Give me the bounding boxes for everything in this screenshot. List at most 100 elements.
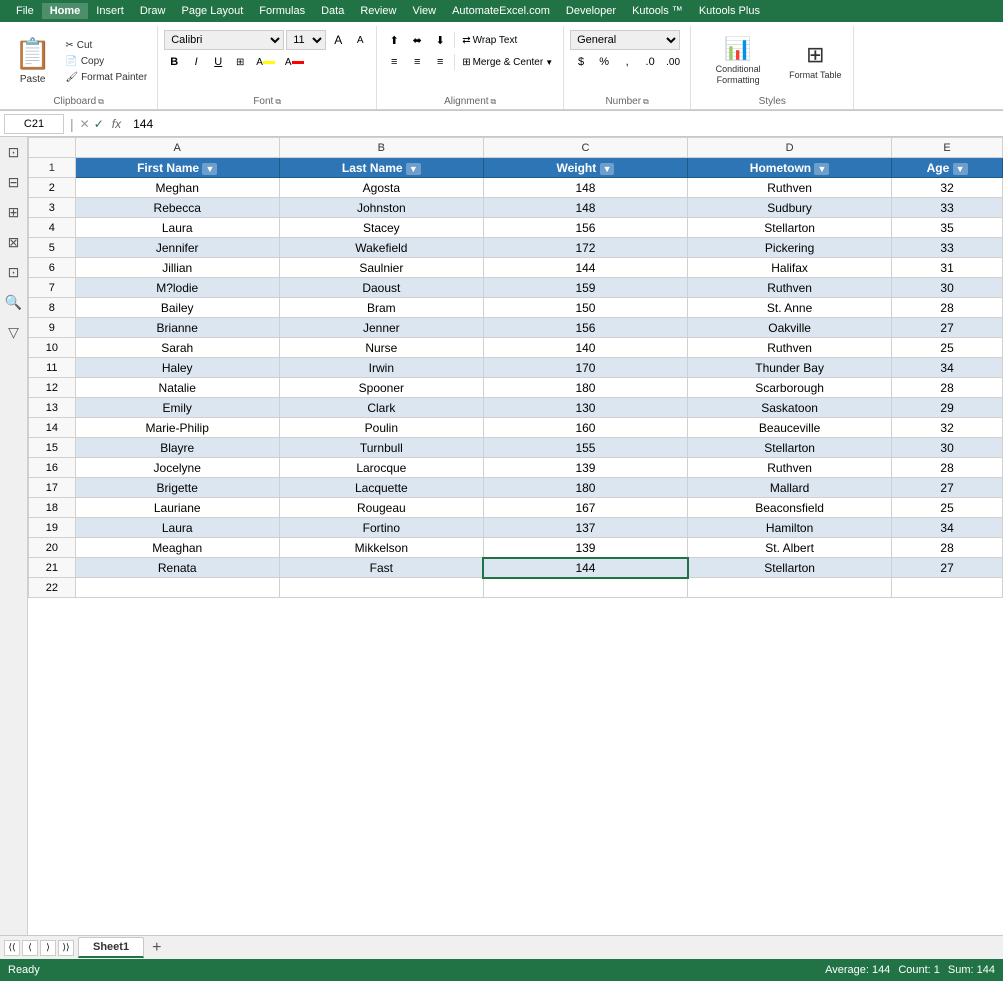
- merge-dropdown-icon[interactable]: ▼: [545, 58, 553, 67]
- toolbar-filter-icon[interactable]: ▽: [3, 321, 25, 343]
- data-cell[interactable]: Nurse: [279, 338, 483, 358]
- data-cell[interactable]: 25: [892, 498, 1003, 518]
- align-top-button[interactable]: ⬆: [383, 30, 405, 50]
- row-num-5[interactable]: 5: [29, 238, 76, 258]
- menu-home[interactable]: Home: [42, 3, 89, 19]
- data-cell[interactable]: M?lodie: [75, 278, 279, 298]
- data-cell[interactable]: 32: [892, 418, 1003, 438]
- data-cell[interactable]: Beauceville: [688, 418, 892, 438]
- data-cell[interactable]: 27: [892, 558, 1003, 578]
- sheet-scroll-last[interactable]: ⟩⟩: [58, 940, 74, 956]
- data-cell[interactable]: Stellarton: [688, 218, 892, 238]
- format-painter-button[interactable]: 🖌 Format Painter: [61, 70, 151, 85]
- data-cell[interactable]: 144: [483, 558, 687, 578]
- align-bottom-button[interactable]: ⬇: [429, 30, 451, 50]
- clipboard-expand-icon[interactable]: ⧉: [98, 97, 104, 107]
- formula-confirm[interactable]: ✓: [94, 117, 104, 131]
- data-cell[interactable]: St. Albert: [688, 538, 892, 558]
- data-cell[interactable]: 148: [483, 178, 687, 198]
- increase-font-button[interactable]: A: [328, 30, 348, 50]
- cut-button[interactable]: ✂ Cut: [61, 38, 151, 53]
- menu-review[interactable]: Review: [352, 3, 404, 19]
- formula-cancel[interactable]: ✕: [80, 117, 90, 131]
- data-cell[interactable]: Rougeau: [279, 498, 483, 518]
- alignment-expand-icon[interactable]: ⧉: [491, 97, 497, 107]
- data-cell[interactable]: [279, 578, 483, 598]
- align-center-button[interactable]: ≡: [406, 52, 428, 72]
- data-cell[interactable]: 159: [483, 278, 687, 298]
- row-num-7[interactable]: 7: [29, 278, 76, 298]
- data-cell[interactable]: 150: [483, 298, 687, 318]
- header-hometown[interactable]: Hometown ▼: [688, 158, 892, 178]
- data-cell[interactable]: Pickering: [688, 238, 892, 258]
- data-cell[interactable]: Bram: [279, 298, 483, 318]
- sheet-scroll-next[interactable]: ⟩: [40, 940, 56, 956]
- menu-formulas[interactable]: Formulas: [251, 3, 313, 19]
- data-cell[interactable]: Fast: [279, 558, 483, 578]
- data-cell[interactable]: Natalie: [75, 378, 279, 398]
- data-cell[interactable]: Spooner: [279, 378, 483, 398]
- data-cell[interactable]: 28: [892, 458, 1003, 478]
- row-num-6[interactable]: 6: [29, 258, 76, 278]
- data-cell[interactable]: Laura: [75, 518, 279, 538]
- data-cell[interactable]: Lauriane: [75, 498, 279, 518]
- data-cell[interactable]: 130: [483, 398, 687, 418]
- menu-view[interactable]: View: [404, 3, 444, 19]
- data-cell[interactable]: Irwin: [279, 358, 483, 378]
- data-cell[interactable]: 31: [892, 258, 1003, 278]
- menu-draw[interactable]: Draw: [132, 3, 174, 19]
- data-cell[interactable]: 155: [483, 438, 687, 458]
- row-num-15[interactable]: 15: [29, 438, 76, 458]
- data-cell[interactable]: [688, 578, 892, 598]
- data-cell[interactable]: 28: [892, 378, 1003, 398]
- data-cell[interactable]: Halifax: [688, 258, 892, 278]
- header-age[interactable]: Age ▼: [892, 158, 1003, 178]
- paste-button[interactable]: 📋 Paste: [6, 33, 59, 89]
- header-weight[interactable]: Weight ▼: [483, 158, 687, 178]
- row-num-4[interactable]: 4: [29, 218, 76, 238]
- add-sheet-button[interactable]: +: [144, 937, 169, 959]
- underline-button[interactable]: U: [208, 52, 228, 72]
- data-cell[interactable]: Renata: [75, 558, 279, 578]
- col-header-e[interactable]: E: [892, 138, 1003, 158]
- row-num-10[interactable]: 10: [29, 338, 76, 358]
- col-header-c[interactable]: C: [483, 138, 687, 158]
- data-cell[interactable]: Johnston: [279, 198, 483, 218]
- data-cell[interactable]: Blayre: [75, 438, 279, 458]
- toolbar-search-icon[interactable]: 🔍: [3, 291, 25, 313]
- decrease-decimal-button[interactable]: .00: [662, 52, 684, 72]
- row-num-11[interactable]: 11: [29, 358, 76, 378]
- sheet-tab-sheet1[interactable]: Sheet1: [78, 937, 144, 958]
- align-left-button[interactable]: ≡: [383, 52, 405, 72]
- col-header-b[interactable]: B: [279, 138, 483, 158]
- menu-automate[interactable]: AutomateExcel.com: [444, 3, 558, 19]
- toolbar-freeze-icon[interactable]: ⊡: [3, 261, 25, 283]
- data-cell[interactable]: [75, 578, 279, 598]
- data-cell[interactable]: 33: [892, 198, 1003, 218]
- data-cell[interactable]: 156: [483, 218, 687, 238]
- data-cell[interactable]: Laura: [75, 218, 279, 238]
- row-num-2[interactable]: 2: [29, 178, 76, 198]
- data-cell[interactable]: Rebecca: [75, 198, 279, 218]
- row-num-12[interactable]: 12: [29, 378, 76, 398]
- data-cell[interactable]: 34: [892, 518, 1003, 538]
- row-num-18[interactable]: 18: [29, 498, 76, 518]
- row-num-20[interactable]: 20: [29, 538, 76, 558]
- row-num-8[interactable]: 8: [29, 298, 76, 318]
- number-expand-icon[interactable]: ⧉: [643, 97, 649, 107]
- data-cell[interactable]: Saulnier: [279, 258, 483, 278]
- menu-page-layout[interactable]: Page Layout: [173, 3, 251, 19]
- data-cell[interactable]: Wakefield: [279, 238, 483, 258]
- data-cell[interactable]: Jennifer: [75, 238, 279, 258]
- toolbar-normal-icon[interactable]: ⊡: [3, 141, 25, 163]
- data-cell[interactable]: Clark: [279, 398, 483, 418]
- data-cell[interactable]: [892, 578, 1003, 598]
- data-cell[interactable]: Brianne: [75, 318, 279, 338]
- font-family-select[interactable]: Calibri: [164, 30, 284, 50]
- data-cell[interactable]: 32: [892, 178, 1003, 198]
- toolbar-page-break-icon[interactable]: ⊟: [3, 171, 25, 193]
- data-cell[interactable]: Hamilton: [688, 518, 892, 538]
- fill-color-button[interactable]: A: [252, 52, 279, 72]
- data-cell[interactable]: 167: [483, 498, 687, 518]
- data-cell[interactable]: 139: [483, 458, 687, 478]
